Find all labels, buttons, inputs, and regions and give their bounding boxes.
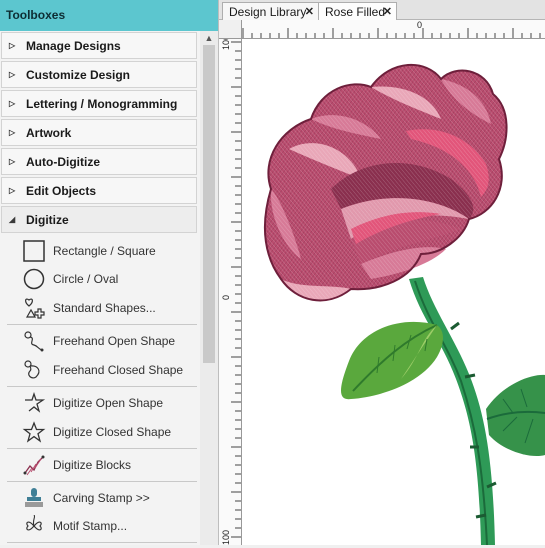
tab-label: Rose Filled [325, 4, 386, 19]
toolbox-title: Toolboxes [0, 0, 218, 31]
expand-arrow-icon: ▷ [9, 128, 16, 137]
close-icon[interactable]: ✕ [305, 5, 314, 18]
rectangle-icon [23, 240, 45, 262]
standard-shapes-icon [25, 298, 45, 319]
toolbox-list: ▷ Manage Designs ▷ Customize Design ▷ Lette… [0, 31, 199, 545]
tab-rose-filled[interactable]: Rose Filled ✕ [318, 2, 397, 20]
carving-stamp-icon [25, 488, 43, 507]
tool-label: Freehand Closed Shape [53, 363, 184, 377]
close-icon[interactable]: ✕ [383, 5, 392, 18]
rose-leaf-right [486, 374, 545, 457]
category-label: Digitize [26, 212, 69, 227]
digitize-blocks-icon [23, 455, 45, 476]
expand-arrow-icon: ▷ [9, 157, 16, 166]
circle-icon [23, 268, 45, 290]
expand-arrow-icon: ▷ [9, 41, 16, 50]
scroll-up-icon[interactable]: ▲ [200, 31, 218, 45]
tool-label: Digitize Closed Shape [53, 425, 172, 439]
category-label: Manage Designs [26, 38, 121, 53]
expand-arrow-icon: ▷ [9, 186, 16, 195]
ruler-vertical: 100 0 100 [219, 20, 242, 545]
tab-design-library[interactable]: Design Library ✕ [222, 2, 319, 20]
toolbox-panel: Toolboxes ▷ Manage Designs ▷ Customize Des… [0, 0, 219, 545]
ruler-label-zero: 0 [417, 20, 423, 30]
category-label: Edit Objects [26, 183, 97, 198]
tool-circle[interactable]: Circle / Oval [0, 265, 199, 293]
tool-carving-stamp[interactable]: Carving Stamp >> [0, 484, 199, 512]
category-edit-objects[interactable]: ▷ Edit Objects [1, 177, 197, 204]
category-auto-digitize[interactable]: ▷ Auto-Digitize [1, 148, 197, 175]
tool-label: Digitize Blocks [53, 458, 132, 472]
tool-freehand-closed[interactable]: Freehand Closed Shape [0, 356, 199, 384]
tool-separator [7, 542, 197, 543]
category-label: Auto-Digitize [26, 154, 100, 169]
tool-label: Rectangle / Square [53, 244, 156, 258]
category-digitize[interactable]: ◢ Digitize [1, 206, 197, 233]
freehand-open-icon [24, 331, 44, 352]
tool-label: Carving Stamp >> [53, 491, 150, 505]
ruler-horizontal: 0 [241, 20, 545, 39]
freehand-closed-icon [24, 360, 40, 379]
rose-embroidery-design[interactable] [241, 39, 545, 545]
category-lettering[interactable]: ▷ Lettering / Monogramming [1, 90, 197, 117]
scrollbar-thumb[interactable] [203, 45, 215, 363]
tool-label: Standard Shapes... [53, 301, 156, 315]
rose-leaf-left [341, 321, 443, 400]
ruler-ticks-horizontal [242, 28, 541, 38]
tool-separator [7, 386, 197, 387]
tool-motif-stamp[interactable]: Motif Stamp... [0, 512, 199, 540]
tool-separator [7, 324, 197, 325]
category-label: Lettering / Monogramming [26, 96, 178, 111]
tool-label: Freehand Open Shape [53, 334, 176, 348]
tool-freehand-open[interactable]: Freehand Open Shape [0, 327, 199, 355]
tool-digitize-blocks[interactable]: Digitize Blocks [0, 451, 199, 479]
tool-separator [7, 481, 197, 482]
toolbox-scrollbar[interactable]: ▲ [200, 31, 218, 545]
category-customize-design[interactable]: ▷ Customize Design [1, 61, 197, 88]
tool-digitize-closed[interactable]: Digitize Closed Shape [0, 418, 199, 446]
digitize-closed-icon [22, 421, 46, 443]
motif-stamp-icon [26, 515, 42, 531]
ruler-corner [219, 20, 242, 39]
digitize-open-icon [25, 392, 46, 413]
collapse-arrow-icon: ◢ [9, 215, 16, 224]
ruler-label-bottom: 100 [221, 529, 231, 545]
tool-label: Motif Stamp... [53, 519, 128, 533]
category-artwork[interactable]: ▷ Artwork [1, 119, 197, 146]
rose-stem [409, 277, 497, 545]
tool-label: Digitize Open Shape [53, 396, 164, 410]
expand-arrow-icon: ▷ [9, 70, 16, 79]
document-tabs: Design Library ✕ Rose Filled ✕ [219, 0, 545, 20]
category-label: Customize Design [26, 67, 131, 82]
ruler-ticks-vertical [231, 41, 241, 538]
design-canvas[interactable]: 0 100 0 100 [219, 20, 545, 545]
tool-digitize-open[interactable]: Digitize Open Shape [0, 389, 199, 417]
expand-arrow-icon: ▷ [9, 99, 16, 108]
tool-separator [7, 448, 197, 449]
tool-rectangle[interactable]: Rectangle / Square [0, 237, 199, 265]
tool-label: Circle / Oval [53, 272, 119, 286]
tool-standard-shapes[interactable]: Standard Shapes... [0, 294, 199, 322]
ruler-label-mid: 0 [221, 294, 231, 300]
rose-bloom [264, 64, 508, 302]
category-label: Artwork [26, 125, 72, 140]
category-manage-designs[interactable]: ▷ Manage Designs [1, 32, 197, 59]
tab-label: Design Library [229, 4, 307, 19]
